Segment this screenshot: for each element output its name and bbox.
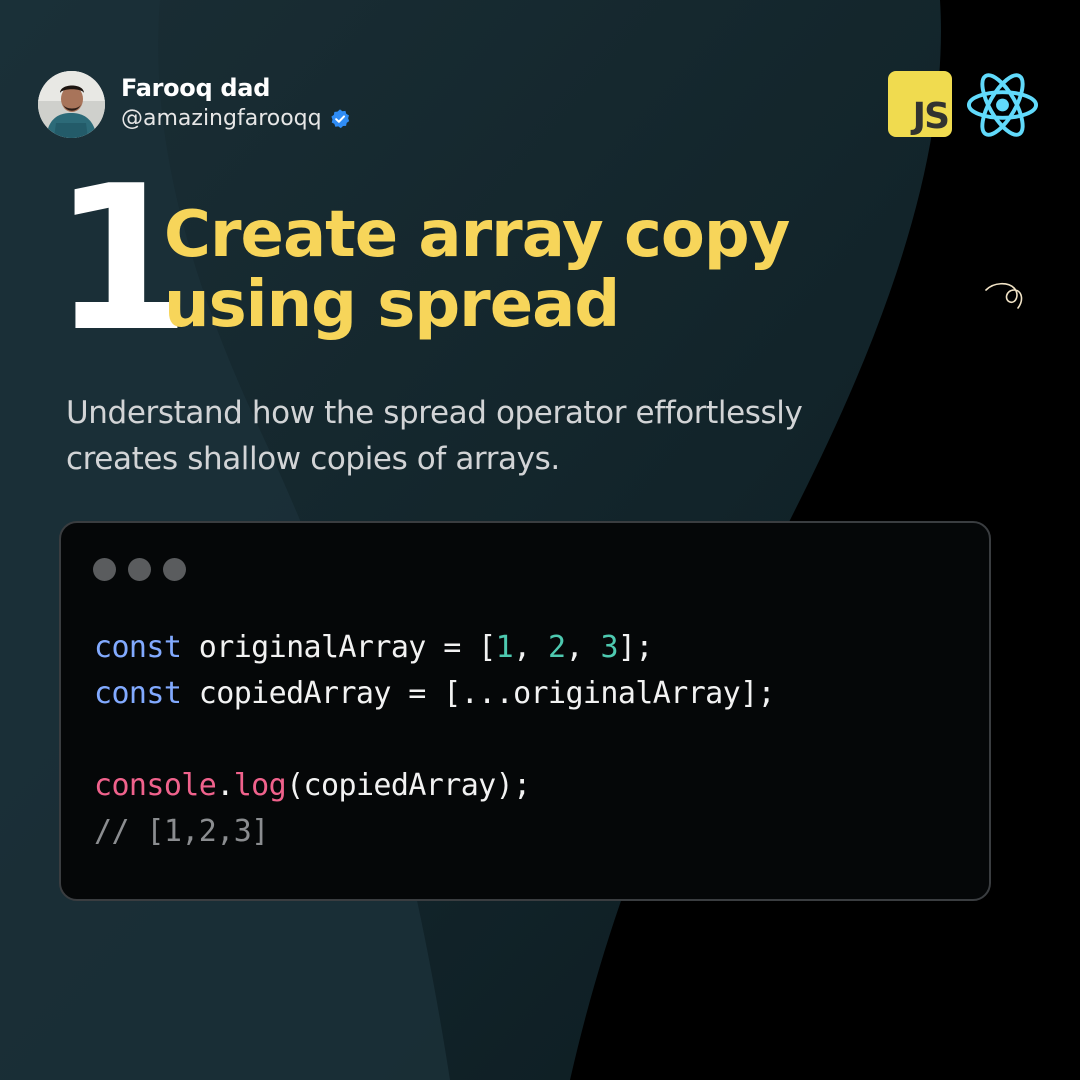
subtitle-line-1: Understand how the spread operator effor… [66,395,803,431]
javascript-logo-icon: JS [888,71,952,137]
code-text: (copiedArray); [286,768,531,803]
code-text: , [513,630,549,665]
slide-number: 1 [52,143,191,376]
code-comment: // [1,2,3] [94,814,269,849]
window-dot-icon [163,558,186,581]
slide-title: Create array copy using spread [164,200,924,340]
js-label: JS [912,96,950,137]
code-block: const originalArray = [1, 2, 3]; const co… [94,625,776,855]
code-number: 3 [600,630,618,665]
avatar[interactable] [38,71,105,138]
code-text: copiedArray = [...originalArray]; [181,676,776,711]
code-keyword: const [94,676,182,711]
code-keyword: const [94,630,182,665]
code-line-blank: ​ [94,717,775,763]
author-name: Farooq dad [121,74,271,102]
slide-title-line-2: using spread [164,268,620,342]
code-window: const originalArray = [1, 2, 3]; const co… [59,521,991,901]
subtitle-line-2: creates shallow copies of arrays. [66,441,560,477]
code-number: 1 [495,630,514,665]
slide-subtitle: Understand how the spread operator effor… [66,390,926,482]
react-atom-icon [966,73,1039,137]
code-line-4: console.log(copiedArray); [94,763,775,809]
code-text: ]; [617,630,654,665]
code-line-1: const originalArray = [1, 2, 3]; [94,625,775,671]
window-dot-icon [93,558,116,581]
avatar-image [38,71,105,138]
code-method: log [233,768,287,803]
window-controls [93,558,198,581]
code-line-2: const copiedArray = [...originalArray]; [94,671,776,717]
verified-badge-icon [330,108,349,128]
swirl-decoration-icon [985,282,1023,309]
code-object: console [94,768,217,803]
slide-title-line-1: Create array copy [164,198,790,272]
code-number: 2 [548,630,566,665]
author-handle: @amazingfarooqq [121,106,351,131]
window-dot-icon [128,558,151,581]
author-handle-text: @amazingfarooqq [121,106,322,131]
code-text: . [216,768,234,803]
code-text: originalArray = [ [181,630,496,665]
code-text: , [565,630,601,665]
